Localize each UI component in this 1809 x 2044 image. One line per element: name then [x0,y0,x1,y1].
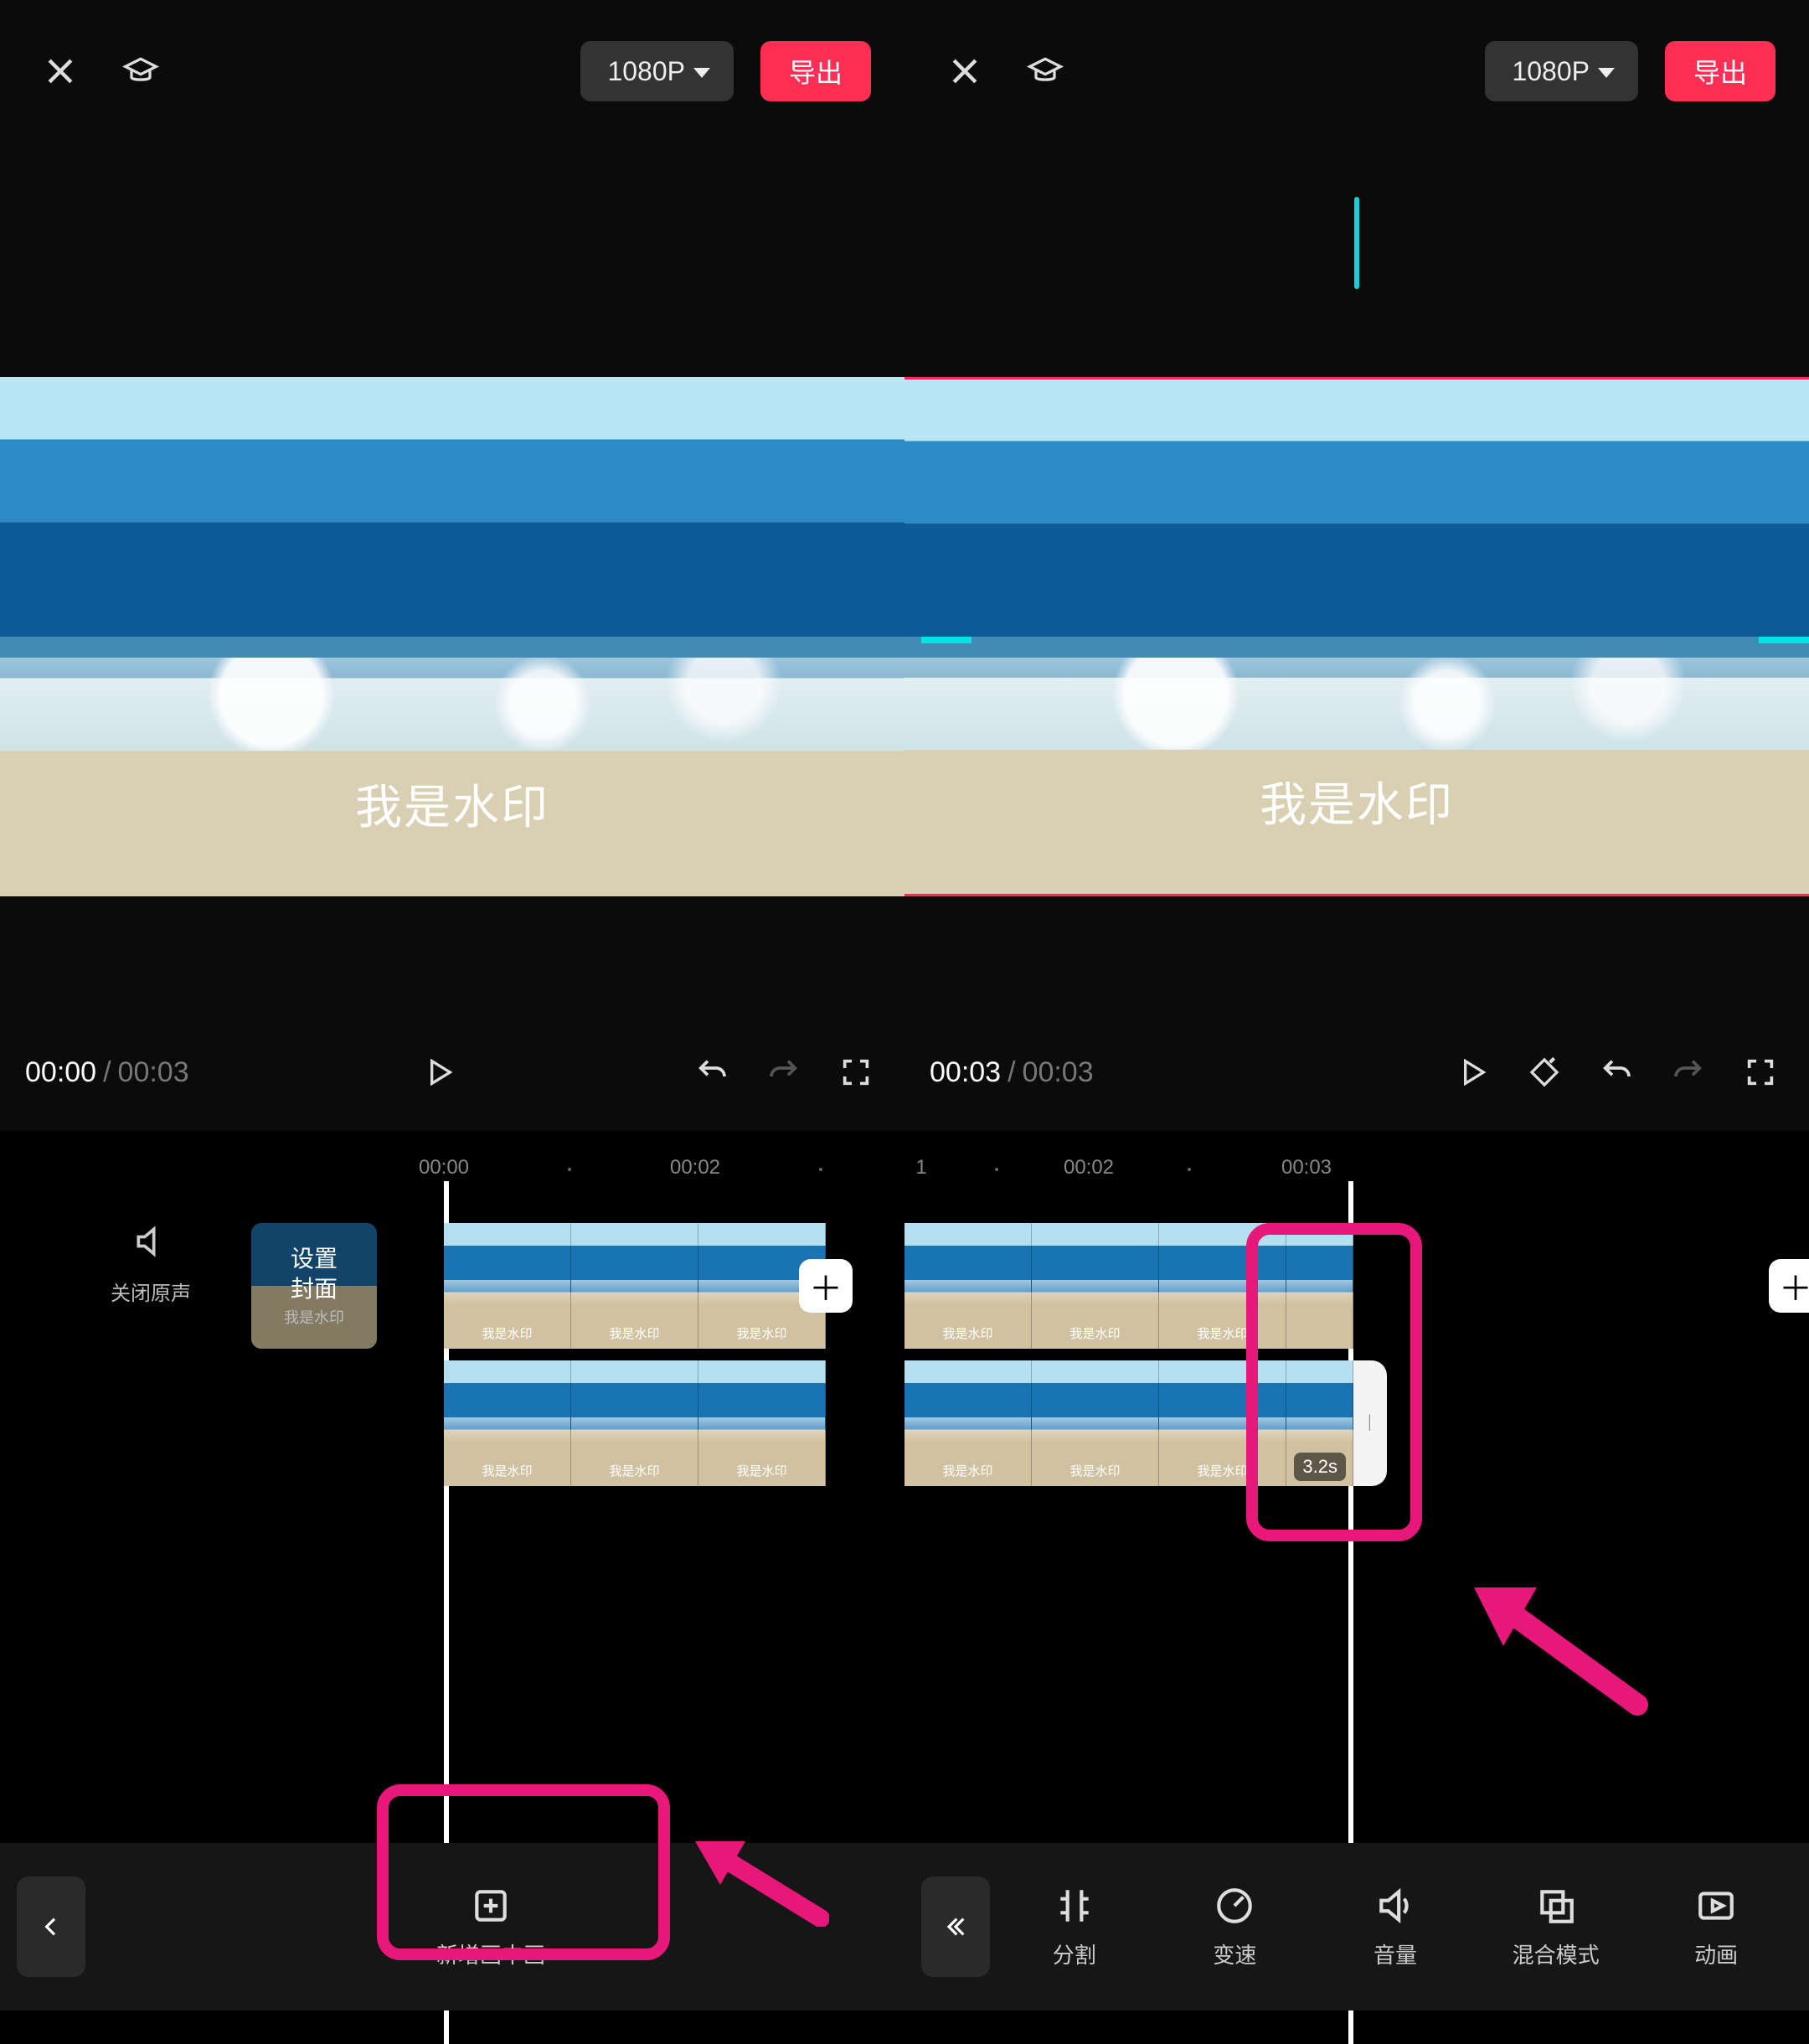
video-preview[interactable]: 我是水印 [904,377,1809,896]
cover-sub: 我是水印 [284,1308,344,1328]
tool-animation[interactable]: 动画 [1640,1843,1792,2010]
add-clip-button[interactable]: ＋ [799,1259,853,1313]
clip-thumb[interactable]: 我是水印 [1032,1223,1159,1349]
selection-handle-icon[interactable] [1759,637,1809,643]
selection-handle-icon[interactable] [921,637,972,643]
clip-thumb[interactable]: 我是水印 [444,1360,571,1486]
ruler-dot [995,1168,998,1171]
current-time: 00:00 [25,1056,96,1089]
total-time: 00:03 [118,1056,189,1089]
resolution-selector[interactable]: 1080P [1485,41,1638,101]
clip-thumb[interactable]: 3.2s [1286,1360,1353,1486]
clip-thumb[interactable] [1286,1223,1353,1349]
undo-button[interactable] [688,1049,735,1096]
mute-label: 关闭原声 [92,1277,209,1306]
resolution-label: 1080P [607,56,685,87]
fullscreen-button[interactable] [832,1049,879,1096]
tool-label: 混合模式 [1513,1938,1600,1969]
resolution-selector[interactable]: 1080P [580,41,734,101]
redo-button[interactable] [1665,1049,1712,1096]
split-icon [1054,1885,1095,1927]
ruler-tick: 00:03 [1281,1156,1332,1179]
ruler-tick: 00:02 [670,1156,720,1179]
blend-icon [1535,1885,1577,1927]
clip-duration-badge: 3.2s [1294,1453,1346,1481]
cover-label: 设置 封面 [291,1244,338,1305]
clip-thumb[interactable]: 我是水印 [1032,1360,1159,1486]
export-button[interactable]: 导出 [760,41,871,101]
time-separator: / [1008,1056,1015,1089]
export-label: 导出 [789,52,843,90]
preview-scrubber[interactable] [1354,197,1359,289]
watermark-text: 我是水印 [0,770,904,838]
clip-thumb[interactable]: 我是水印 [1159,1360,1286,1486]
tool-label: 音量 [1374,1938,1417,1969]
add-clip-button[interactable]: ＋ [1769,1259,1809,1313]
tool-volume[interactable]: 音量 [1319,1843,1471,2010]
tool-label: 分割 [1053,1938,1096,1969]
video-preview[interactable]: 我是水印 [0,377,904,896]
pip-track[interactable]: 我是水印 我是水印 我是水印 [444,1360,826,1486]
video-track[interactable]: 我是水印 我是水印 我是水印 ＋ [444,1223,826,1349]
fullscreen-button[interactable] [1737,1049,1784,1096]
chevron-down-icon [693,68,710,78]
tool-blend[interactable]: 混合模式 [1480,1843,1632,2010]
time-display: 00:03 / 00:03 [930,1056,1094,1089]
time-display: 00:00 / 00:03 [25,1056,189,1089]
new-pip-button[interactable]: 新增画中画 [357,1843,625,2010]
clip-thumb[interactable]: 我是水印 [444,1223,571,1349]
add-square-icon [470,1885,512,1927]
pip-track[interactable]: 我是水印 我是水印 我是水印 3.2s │ [904,1360,1353,1486]
close-icon[interactable] [938,44,992,98]
tool-label: 动画 [1694,1938,1738,1969]
graduation-cap-icon[interactable] [114,44,168,98]
ruler-tick: 1 [915,1156,926,1179]
timeline-ruler[interactable]: 1 00:02 00:03 [904,1156,1809,1190]
collapse-button[interactable] [921,1876,990,1977]
play-button[interactable] [415,1049,462,1096]
resolution-label: 1080P [1512,56,1590,87]
clip-thumb[interactable]: 我是水印 [571,1360,698,1486]
ruler-tick: 00:00 [419,1156,469,1179]
undo-button[interactable] [1593,1049,1640,1096]
export-label: 导出 [1693,52,1747,90]
volume-icon [1374,1885,1416,1927]
tool-split[interactable]: 分割 [998,1843,1151,2010]
ruler-dot [819,1168,822,1171]
tool-speed[interactable]: 变速 [1159,1843,1312,2010]
set-cover-button[interactable]: 设置 封面 我是水印 [251,1223,377,1349]
speaker-icon[interactable] [92,1223,209,1268]
tool-label: 变速 [1213,1938,1256,1969]
close-icon[interactable] [34,44,87,98]
clip-thumb[interactable]: 我是水印 [698,1360,826,1486]
clip-thumb[interactable]: 我是水印 [904,1360,1032,1486]
total-time: 00:03 [1023,1056,1094,1089]
play-button[interactable] [1449,1049,1496,1096]
back-button[interactable] [17,1876,85,1977]
redo-button[interactable] [760,1049,807,1096]
time-separator: / [103,1056,111,1089]
export-button[interactable]: 导出 [1665,41,1776,101]
watermark-text: 我是水印 [904,767,1809,835]
keyframe-button[interactable] [1521,1049,1568,1096]
chevron-down-icon [1598,68,1615,78]
animation-icon [1695,1885,1737,1927]
graduation-cap-icon[interactable] [1018,44,1072,98]
ruler-tick: 00:02 [1064,1156,1114,1179]
video-track[interactable]: 我是水印 我是水印 我是水印 ＋ [904,1223,1353,1349]
ruler-dot [1188,1168,1191,1171]
clip-thumb[interactable]: 我是水印 [1159,1223,1286,1349]
ruler-dot [568,1168,571,1171]
speed-icon [1214,1885,1255,1927]
clip-thumb[interactable]: 我是水印 [571,1223,698,1349]
clip-thumb[interactable]: 我是水印 [904,1223,1032,1349]
current-time: 00:03 [930,1056,1001,1089]
new-pip-label: 新增画中画 [436,1938,545,1969]
timeline-ruler[interactable]: 00:00 00:02 [0,1156,904,1190]
clip-trim-handle[interactable]: │ [1353,1360,1387,1486]
